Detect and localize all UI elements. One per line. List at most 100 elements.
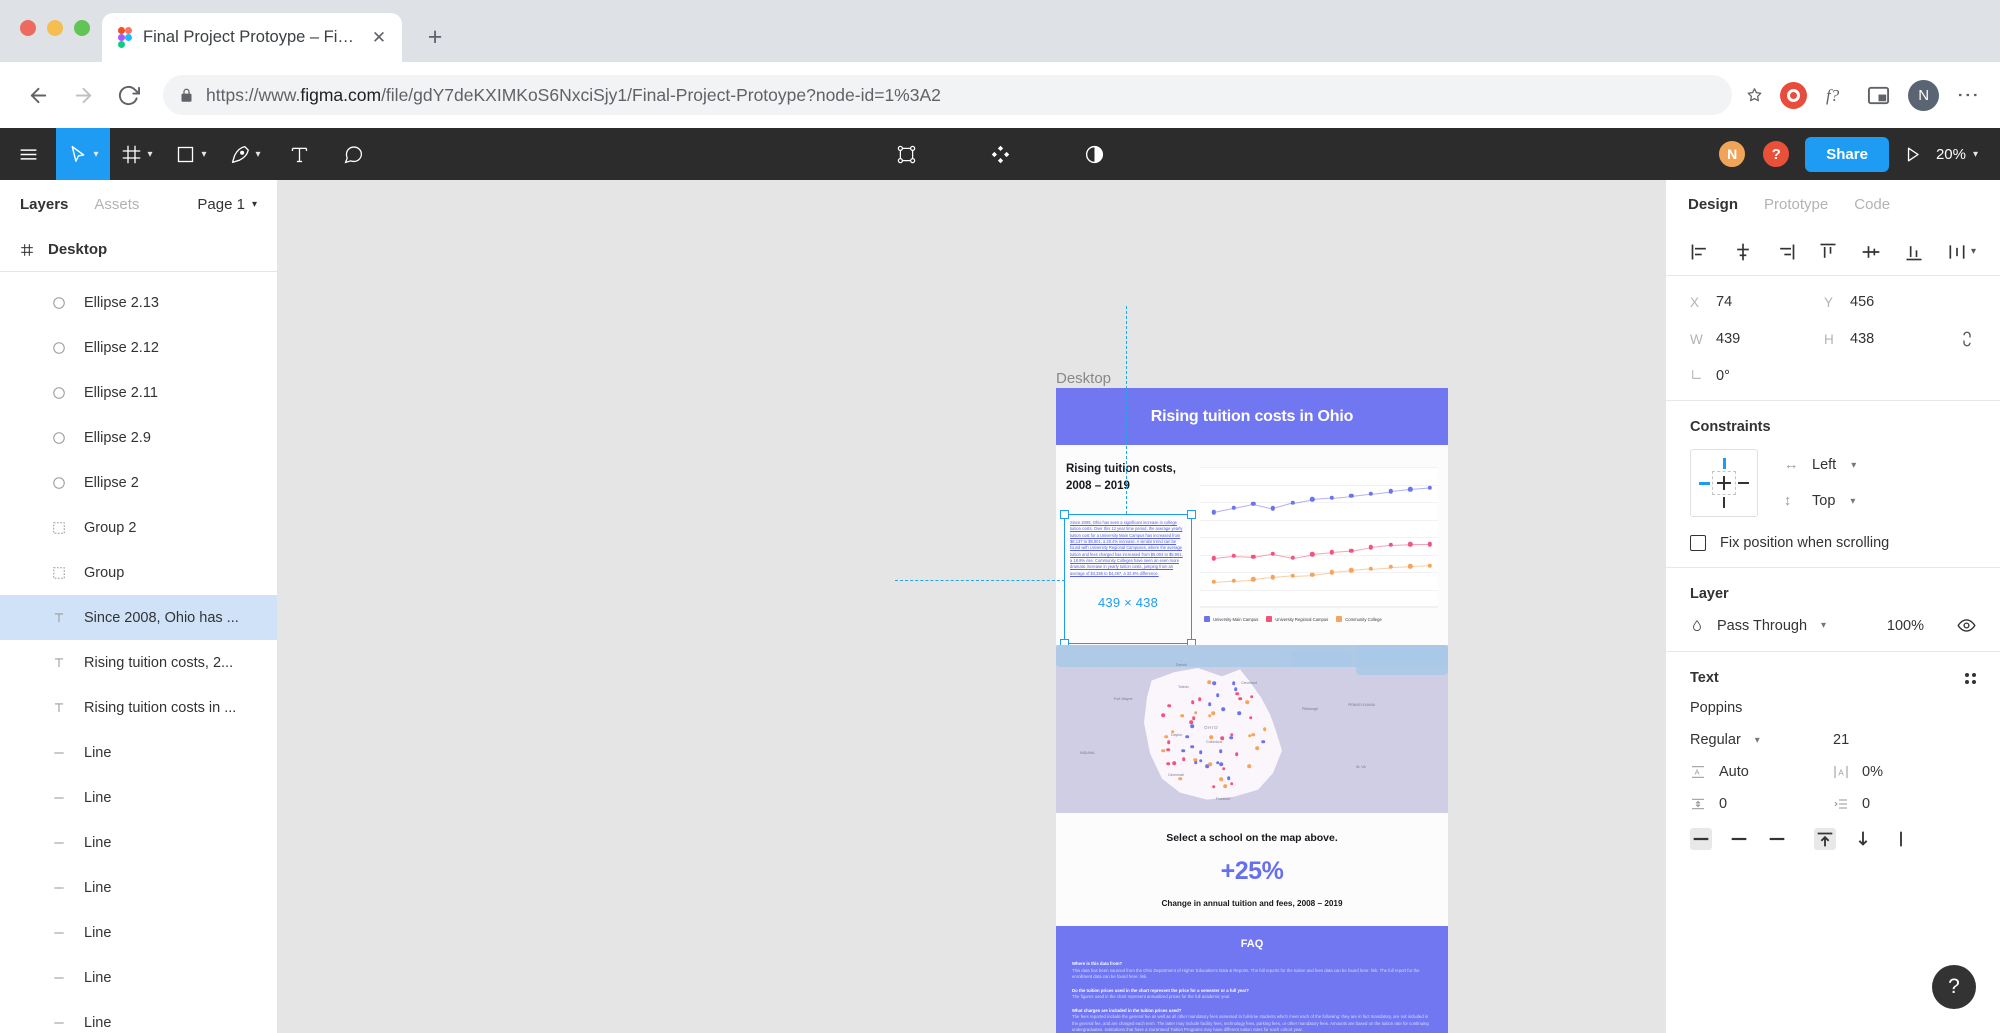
blend-mode-value[interactable]: Pass Through bbox=[1717, 618, 1807, 634]
align-right-icon[interactable] bbox=[1776, 242, 1796, 262]
map-school-dot[interactable] bbox=[1248, 715, 1253, 720]
layer-row[interactable]: Line bbox=[0, 955, 277, 1000]
map-school-dot[interactable] bbox=[1219, 777, 1223, 782]
paragraph-indent-field[interactable]: 0 bbox=[1833, 796, 1976, 812]
map-school-dot[interactable] bbox=[1178, 776, 1183, 781]
map-school-dot[interactable] bbox=[1198, 758, 1203, 763]
body-paragraph[interactable]: Since 2008, Ohio has seen a significant … bbox=[1066, 517, 1190, 641]
map-school-dot[interactable] bbox=[1222, 766, 1226, 771]
close-window-button[interactable] bbox=[20, 20, 36, 36]
map-school-dot[interactable] bbox=[1172, 761, 1176, 765]
layer-list[interactable]: Ellipse 2.13 Ellipse 2.12 Ellipse 2.11 Elli… bbox=[0, 272, 277, 1033]
back-button[interactable] bbox=[18, 75, 58, 115]
design-canvas[interactable]: Desktop Rising tuition costs in Ohio Ris… bbox=[278, 180, 1665, 1033]
map-school-dot[interactable] bbox=[1209, 735, 1213, 740]
map-school-dot[interactable] bbox=[1193, 757, 1197, 762]
map-school-dot[interactable] bbox=[1190, 744, 1195, 749]
map-school-dot[interactable] bbox=[1234, 752, 1239, 756]
zoom-level-dropdown[interactable]: 20% ▾ bbox=[1936, 146, 1978, 163]
forward-button[interactable] bbox=[63, 75, 103, 115]
map-school-dot[interactable] bbox=[1238, 696, 1243, 701]
map-school-dot[interactable] bbox=[1192, 716, 1196, 721]
constraint-arm-left[interactable] bbox=[1699, 481, 1710, 485]
map-school-dot[interactable] bbox=[1193, 710, 1198, 715]
main-menu-button[interactable] bbox=[0, 128, 56, 180]
address-bar[interactable]: https://www.figma.com/file/gdY7deKXIMKoS… bbox=[163, 75, 1733, 115]
fix-position-row[interactable]: Fix position when scrolling bbox=[1690, 535, 1976, 551]
map-school-dot[interactable] bbox=[1235, 692, 1240, 696]
constraint-arm-right[interactable] bbox=[1738, 482, 1749, 484]
move-tool-button[interactable]: ▾ bbox=[56, 128, 110, 180]
map-school-dot[interactable] bbox=[1181, 757, 1186, 761]
map-school-dot[interactable] bbox=[1247, 764, 1251, 769]
map-school-dot[interactable] bbox=[1181, 749, 1186, 753]
frame-tool-button[interactable]: ▾ bbox=[110, 128, 164, 180]
layer-row[interactable]: Line bbox=[0, 1000, 277, 1033]
map-school-dot[interactable] bbox=[1189, 720, 1193, 724]
components-icon[interactable] bbox=[879, 128, 933, 180]
artboard-desktop[interactable]: Rising tuition costs in Ohio Rising tuit… bbox=[895, 306, 1448, 1033]
tab-assets[interactable]: Assets bbox=[94, 196, 139, 213]
browser-tab[interactable]: Final Project Protoype – Figma ✕ bbox=[102, 13, 402, 62]
map-school-dot[interactable] bbox=[1166, 740, 1171, 744]
map-school-dot[interactable] bbox=[1166, 748, 1171, 752]
collaborator-avatar[interactable]: N bbox=[1717, 139, 1748, 169]
vertical-constraint-dropdown[interactable]: ↕ Top ▾ bbox=[1784, 493, 1856, 509]
text-valign-middle-icon[interactable] bbox=[1852, 828, 1874, 850]
align-vertical-center-icon[interactable] bbox=[1861, 242, 1881, 262]
minimize-window-button[interactable] bbox=[47, 20, 63, 36]
help-button[interactable]: ? bbox=[1932, 965, 1976, 1009]
browser-menu-icon[interactable]: ⋮ bbox=[1956, 84, 1981, 106]
text-styles-icon[interactable] bbox=[1965, 672, 1976, 684]
layer-row[interactable]: Line bbox=[0, 730, 277, 775]
map-school-dot[interactable] bbox=[1229, 733, 1234, 737]
map-school-dot[interactable] bbox=[1207, 702, 1212, 706]
text-tool-button[interactable] bbox=[272, 128, 326, 180]
visibility-toggle-icon[interactable] bbox=[1957, 616, 1976, 635]
chevron-down-icon[interactable]: ▾ bbox=[93, 149, 98, 160]
x-field[interactable]: X 74 bbox=[1690, 294, 1804, 310]
constraint-arm-bottom[interactable] bbox=[1723, 497, 1725, 508]
horizontal-constraint-dropdown[interactable]: ↔ Left ▾ bbox=[1784, 457, 1856, 473]
map-school-dot[interactable] bbox=[1211, 784, 1216, 789]
tab-layers[interactable]: Layers bbox=[20, 196, 68, 213]
map-school-dot[interactable] bbox=[1199, 750, 1203, 754]
font-weight-dropdown[interactable]: Regular ▾ bbox=[1690, 732, 1833, 748]
contrast-icon[interactable] bbox=[1067, 128, 1121, 180]
chevron-down-icon[interactable]: ▾ bbox=[1821, 620, 1826, 631]
map-school-dot[interactable] bbox=[1207, 680, 1211, 684]
opacity-value[interactable]: 100% bbox=[1887, 618, 1924, 634]
map-school-dot[interactable] bbox=[1232, 681, 1236, 686]
align-bottom-icon[interactable] bbox=[1904, 242, 1924, 262]
map-school-dot[interactable] bbox=[1185, 735, 1190, 739]
font-family-value[interactable]: Poppins bbox=[1690, 700, 1976, 716]
layer-row[interactable]: Ellipse 2 bbox=[0, 460, 277, 505]
chevron-down-icon[interactable]: ▾ bbox=[201, 149, 206, 160]
map-school-dot[interactable] bbox=[1170, 729, 1175, 734]
layer-row[interactable]: Rising tuition costs in ... bbox=[0, 685, 277, 730]
map-school-dot[interactable] bbox=[1190, 700, 1195, 704]
pen-tool-button[interactable]: ▾ bbox=[218, 128, 272, 180]
layer-row[interactable]: Ellipse 2.13 bbox=[0, 280, 277, 325]
map-school-dot[interactable] bbox=[1220, 736, 1225, 741]
align-left-icon[interactable] bbox=[1690, 242, 1710, 262]
profile-avatar[interactable]: N bbox=[1908, 79, 1940, 111]
map-school-dot[interactable] bbox=[1262, 727, 1267, 732]
map-school-dot[interactable] bbox=[1215, 693, 1220, 697]
close-tab-icon[interactable]: ✕ bbox=[368, 27, 390, 49]
map-school-dot[interactable] bbox=[1190, 724, 1194, 729]
layer-row[interactable]: Group 2 bbox=[0, 505, 277, 550]
map-school-dot[interactable] bbox=[1245, 700, 1250, 704]
constrain-proportions-icon[interactable] bbox=[1958, 330, 1976, 348]
text-valign-top-icon[interactable] bbox=[1814, 828, 1836, 850]
text-align-left-icon[interactable] bbox=[1690, 828, 1712, 850]
align-top-icon[interactable] bbox=[1818, 242, 1838, 262]
layer-row[interactable]: Ellipse 2.11 bbox=[0, 370, 277, 415]
map-school-dot[interactable] bbox=[1212, 681, 1217, 685]
map-school-dot[interactable] bbox=[1237, 711, 1241, 716]
map-school-dot[interactable] bbox=[1229, 781, 1234, 786]
align-horizontal-center-icon[interactable] bbox=[1733, 242, 1753, 262]
component-diamond-icon[interactable] bbox=[973, 128, 1027, 180]
letter-spacing-field[interactable]: A 0% bbox=[1833, 764, 1976, 780]
distribute-menu[interactable]: ▾ bbox=[1947, 242, 1976, 262]
